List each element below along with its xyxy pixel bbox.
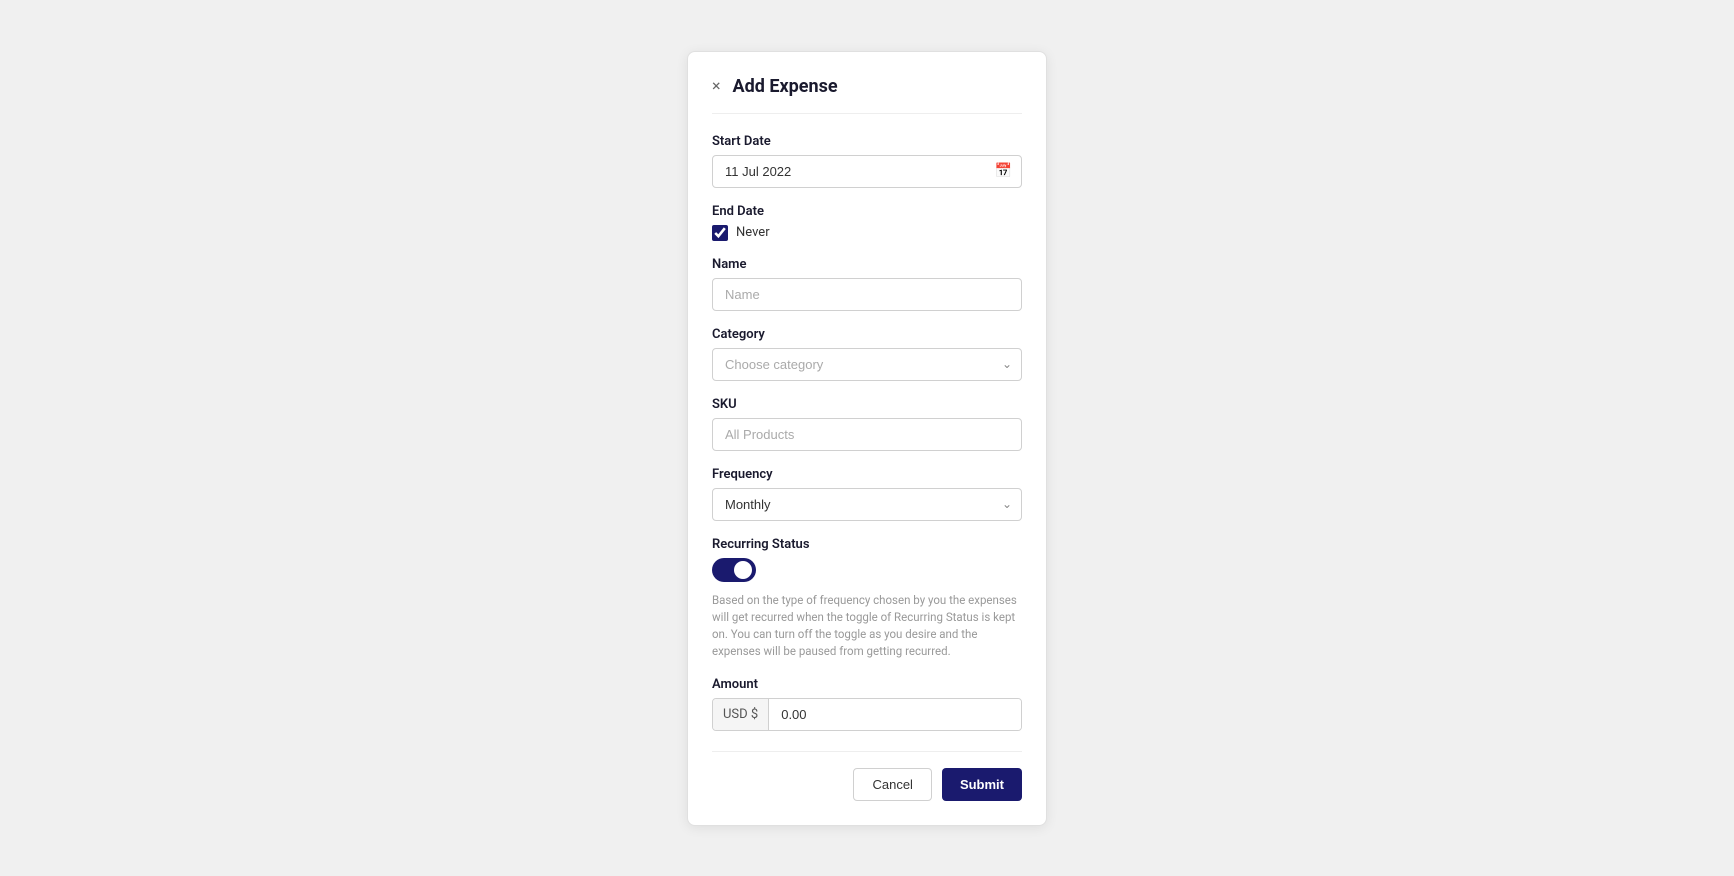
end-date-label: End Date	[712, 204, 1022, 219]
cancel-button[interactable]: Cancel	[853, 768, 931, 801]
start-date-label: Start Date	[712, 134, 1022, 149]
start-date-group: Start Date 📅	[712, 134, 1022, 188]
category-select[interactable]: Choose category Products Services Other	[712, 348, 1022, 381]
modal-container: × Add Expense Start Date 📅 End Date Neve…	[687, 51, 1047, 826]
sku-label: SKU	[712, 397, 1022, 412]
frequency-select-wrapper: Daily Weekly Monthly Yearly ⌄	[712, 488, 1022, 521]
category-label: Category	[712, 327, 1022, 342]
amount-prefix: USD $	[713, 699, 769, 730]
category-select-wrapper: Choose category Products Services Other …	[712, 348, 1022, 381]
submit-button[interactable]: Submit	[942, 768, 1022, 801]
amount-label: Amount	[712, 677, 1022, 692]
end-date-group: End Date Never	[712, 204, 1022, 241]
never-checkbox[interactable]	[712, 225, 728, 241]
name-input[interactable]	[712, 278, 1022, 311]
recurring-status-group: Recurring Status Based on the type of fr…	[712, 537, 1022, 661]
modal-title: Add Expense	[733, 76, 838, 97]
amount-wrapper: USD $	[712, 698, 1022, 731]
modal-footer: Cancel Submit	[712, 751, 1022, 801]
start-date-input-wrapper: 📅	[712, 155, 1022, 188]
close-icon[interactable]: ×	[712, 78, 721, 94]
toggle-wrapper	[712, 558, 1022, 582]
name-label: Name	[712, 257, 1022, 272]
start-date-input[interactable]	[712, 155, 1022, 188]
amount-input[interactable]	[769, 699, 1021, 730]
frequency-group: Frequency Daily Weekly Monthly Yearly ⌄	[712, 467, 1022, 521]
frequency-select[interactable]: Daily Weekly Monthly Yearly	[712, 488, 1022, 521]
frequency-label: Frequency	[712, 467, 1022, 482]
category-group: Category Choose category Products Servic…	[712, 327, 1022, 381]
sku-group: SKU	[712, 397, 1022, 451]
helper-text: Based on the type of frequency chosen by…	[712, 592, 1022, 661]
recurring-status-label: Recurring Status	[712, 537, 1022, 552]
never-checkbox-row: Never	[712, 225, 1022, 241]
never-label[interactable]: Never	[736, 225, 770, 240]
modal-backdrop: × Add Expense Start Date 📅 End Date Neve…	[0, 0, 1734, 876]
toggle-thumb	[734, 561, 752, 579]
sku-input[interactable]	[712, 418, 1022, 451]
amount-group: Amount USD $	[712, 677, 1022, 731]
name-group: Name	[712, 257, 1022, 311]
modal-header: × Add Expense	[712, 76, 1022, 114]
recurring-status-toggle[interactable]	[712, 558, 756, 582]
